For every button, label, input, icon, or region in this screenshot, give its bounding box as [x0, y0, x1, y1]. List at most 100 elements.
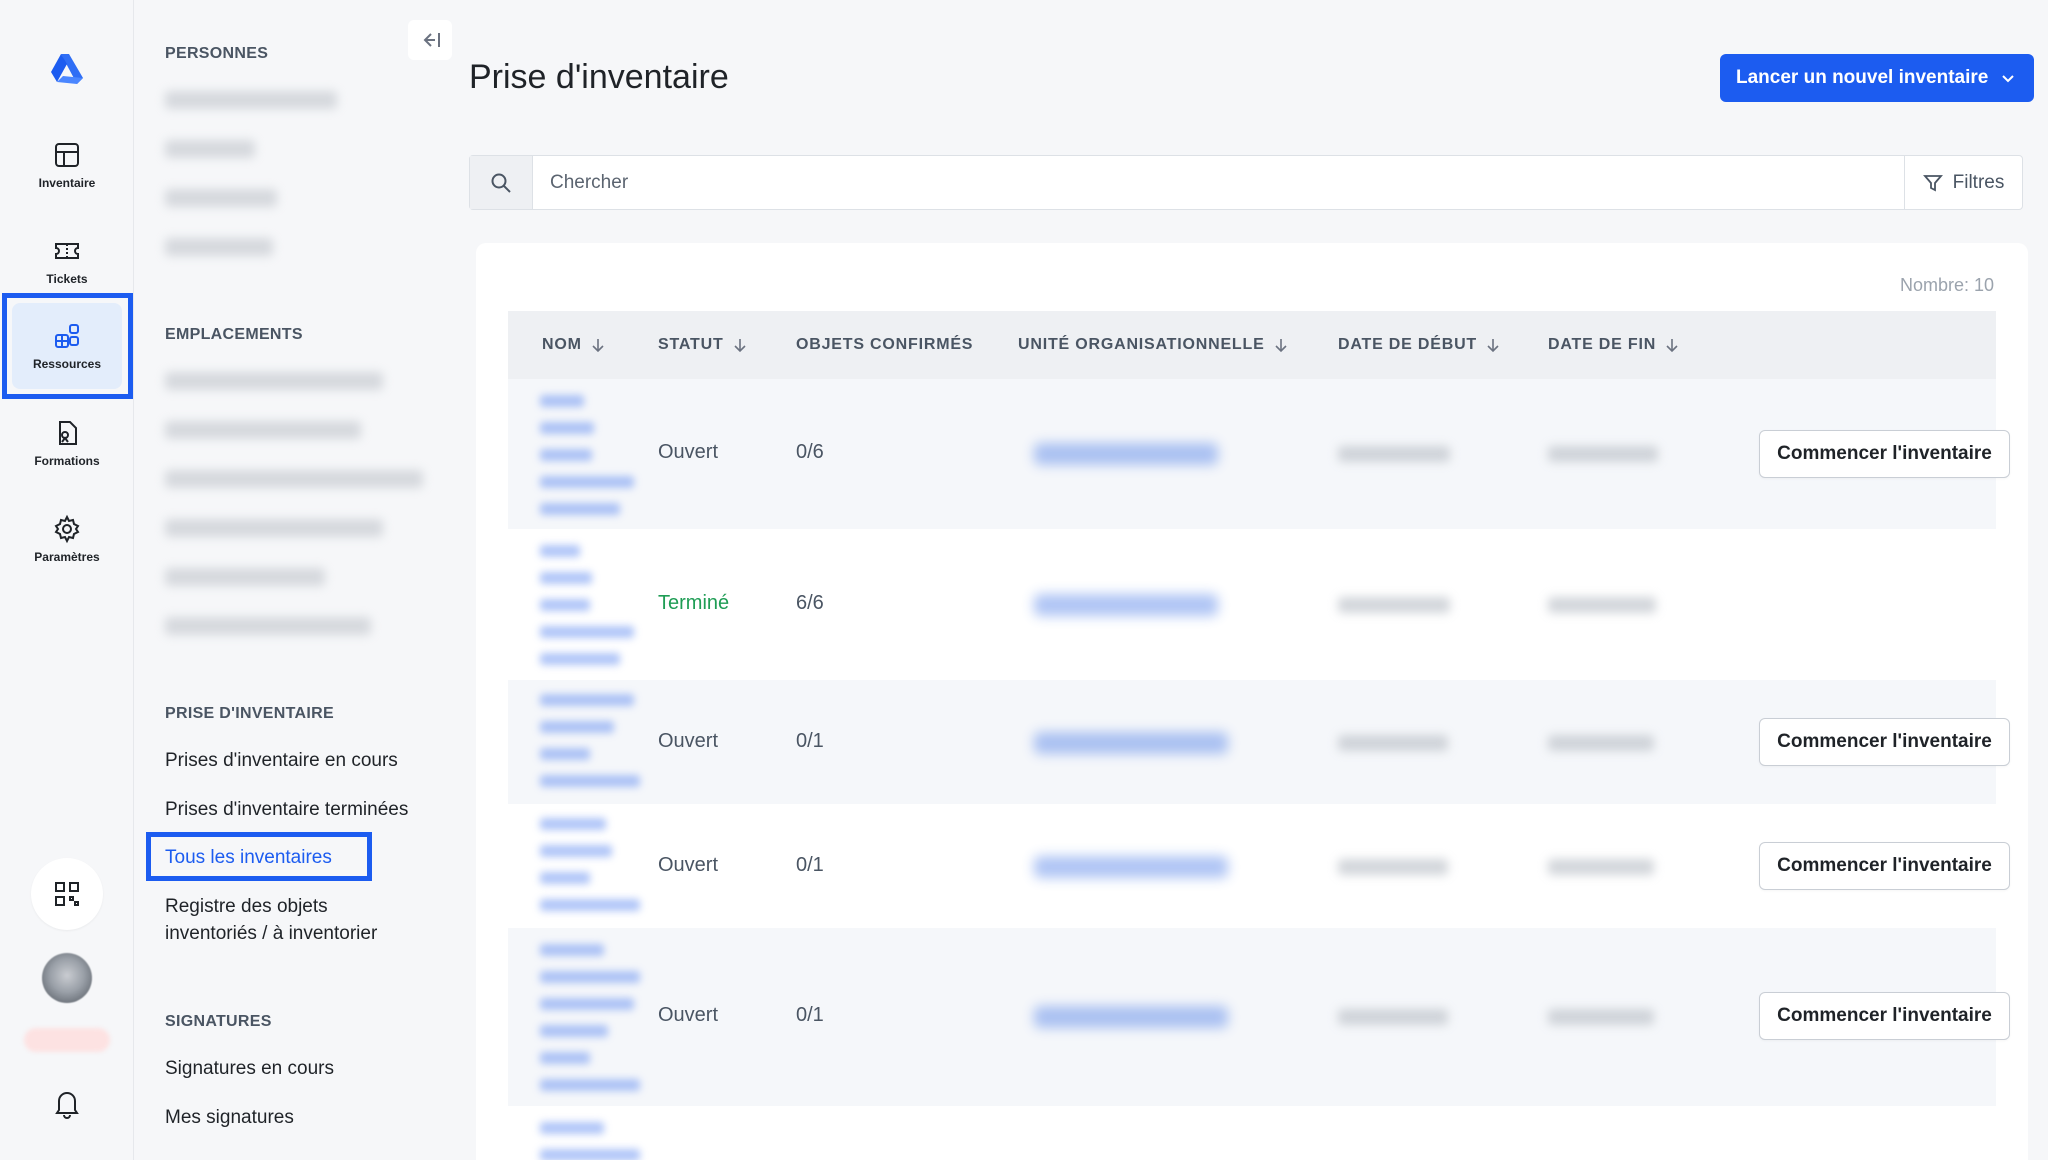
blurred-name-link[interactable] — [540, 944, 642, 1106]
blurred-nav-item[interactable] — [165, 372, 383, 390]
rail-item-label: Paramètres — [34, 550, 100, 564]
new-inventory-label: Lancer un nouvel inventaire — [1736, 67, 1989, 88]
start-inventory-button[interactable]: Commencer l'inventaire — [1759, 430, 2010, 478]
rail-item-formations[interactable]: Formations — [12, 400, 122, 486]
rail-item-label: Formations — [34, 454, 100, 468]
confirmed-cell: 0/1 — [796, 730, 824, 752]
blurred-nav-item[interactable] — [165, 617, 371, 635]
blurred-nav-item[interactable] — [165, 140, 255, 158]
confirmed-cell: 6/6 — [796, 592, 824, 614]
blurred-nav-item[interactable] — [165, 189, 277, 207]
collapse-sidebar-button[interactable] — [408, 20, 452, 60]
col-header-label: DATE DE DÉBUT — [1338, 336, 1477, 353]
blurred-unit — [1034, 732, 1228, 754]
col-header-label: OBJETS CONFIRMÉS — [796, 336, 974, 353]
blurred-start-date — [1338, 1009, 1448, 1025]
status-cell: Ouvert — [658, 854, 719, 876]
table-row[interactable]: Ouvert 0/1 Commencer l'inventaire — [508, 680, 2010, 804]
table-row[interactable]: Ouvert 0/1 Commencer l'inventaire — [508, 928, 2010, 1106]
blurred-end-date — [1548, 446, 1658, 462]
nav-link-en-cours[interactable]: Prises d'inventaire en cours — [165, 747, 398, 774]
rail-item-tickets[interactable]: Tickets — [12, 218, 122, 304]
status-cell: Ouvert — [658, 1004, 719, 1026]
blurred-end-date — [1548, 1009, 1654, 1025]
col-header-label: UNITÉ ORGANISATIONNELLE — [1018, 336, 1265, 353]
blurred-end-date — [1548, 735, 1654, 751]
blurred-nav-item[interactable] — [165, 421, 361, 439]
rail-item-parametres[interactable]: Paramètres — [12, 496, 122, 582]
app-logo-icon[interactable] — [47, 50, 87, 86]
qr-scan-button[interactable] — [31, 858, 103, 930]
blurred-name-link[interactable] — [540, 395, 642, 530]
blurred-nav-item[interactable] — [165, 238, 273, 256]
table-row[interactable]: Ouvert 0/1 Commencer l'inventaire — [508, 804, 2010, 928]
blurred-unit — [1034, 594, 1218, 616]
rail-item-label: Inventaire — [38, 176, 96, 190]
search-input[interactable] — [534, 156, 1874, 209]
blurred-name-link[interactable] — [540, 694, 642, 802]
start-inventory-button[interactable]: Commencer l'inventaire — [1759, 842, 2010, 890]
rail-item-label: Tickets — [46, 272, 88, 286]
collapse-left-icon — [423, 33, 440, 47]
section-title-emplacements: EMPLACEMENTS — [165, 326, 303, 343]
start-inventory-button[interactable]: Commencer l'inventaire — [1759, 992, 2010, 1040]
col-header-label: STATUT — [658, 336, 724, 353]
col-header-statut[interactable]: STATUT — [658, 311, 748, 379]
qr-code-icon — [55, 882, 79, 906]
bell-icon[interactable] — [50, 1086, 84, 1120]
col-header-label: NOM — [542, 336, 582, 353]
filters-button[interactable]: Filtres — [1904, 156, 2022, 209]
sort-down-icon — [733, 339, 746, 353]
col-header-objets-confirmes[interactable]: OBJETS CONFIRMÉS — [796, 311, 973, 379]
highlight-box — [2, 293, 133, 399]
table-row[interactable] — [508, 1106, 1996, 1160]
highlight-box — [146, 832, 372, 881]
blurred-end-date — [1548, 859, 1654, 875]
table-row[interactable]: Terminé 6/6 — [508, 529, 1996, 680]
sort-down-icon — [1487, 339, 1499, 353]
col-header-date-fin[interactable]: DATE DE FIN — [1548, 311, 1680, 379]
search-icon — [491, 173, 511, 193]
blurred-start-date — [1338, 446, 1450, 462]
new-inventory-button[interactable]: Lancer un nouvel inventaire — [1720, 54, 2034, 102]
rail-item-inventaire[interactable]: Inventaire — [12, 122, 122, 208]
table-header: NOM STATUT OBJETS CONFIRMÉS UNITÉ ORGANI… — [508, 311, 1996, 379]
blurred-nav-item[interactable] — [165, 568, 325, 586]
blurred-nav-item[interactable] — [165, 91, 337, 109]
blurred-unit — [1034, 443, 1218, 465]
nav-link-mes-signatures[interactable]: Mes signatures — [165, 1104, 294, 1131]
formation-doc-icon — [59, 421, 77, 445]
section-title-prise: PRISE D'INVENTAIRE — [165, 705, 334, 722]
section-title-personnes: PERSONNES — [165, 45, 269, 62]
blurred-name-link[interactable] — [540, 1122, 642, 1160]
nav-link-terminees[interactable]: Prises d'inventaire terminées — [165, 796, 408, 823]
filters-label: Filtres — [1952, 171, 2005, 193]
filter-icon — [1922, 174, 1943, 191]
col-header-label: DATE DE FIN — [1548, 336, 1657, 353]
result-count: Nombre: 10 — [1899, 275, 1994, 295]
confirmed-cell: 0/1 — [796, 1004, 824, 1026]
col-header-date-debut[interactable]: DATE DE DÉBUT — [1338, 311, 1501, 379]
status-cell: Ouvert — [658, 730, 719, 752]
blurred-name-link[interactable] — [540, 818, 642, 926]
nav-link-registre[interactable]: Registre des objets inventoriés / à inve… — [165, 893, 377, 947]
nav-link-signatures-en-cours[interactable]: Signatures en cours — [165, 1055, 334, 1082]
blurred-nav-item[interactable] — [165, 519, 383, 537]
search-icon-box[interactable] — [470, 156, 533, 209]
ticket-icon — [55, 243, 79, 259]
blurred-name-link[interactable] — [540, 545, 642, 680]
col-header-unite[interactable]: UNITÉ ORGANISATIONNELLE — [1018, 311, 1289, 379]
blurred-nav-item[interactable] — [165, 470, 423, 488]
start-inventory-button[interactable]: Commencer l'inventaire — [1759, 718, 2010, 766]
section-title-signatures: SIGNATURES — [165, 1013, 272, 1030]
confirmed-cell: 0/1 — [796, 854, 824, 876]
user-avatar[interactable] — [42, 953, 92, 1003]
blurred-unit — [1034, 1006, 1228, 1028]
col-header-nom[interactable]: NOM — [542, 311, 606, 379]
inventory-table-card: Nombre: 10 NOM STATUT OBJETS CONFIRMÉS U… — [476, 243, 2028, 1160]
sort-down-icon — [1666, 339, 1678, 353]
confirmed-cell: 0/6 — [796, 441, 824, 463]
search-bar: Filtres — [469, 155, 2023, 210]
status-cell: Ouvert — [658, 441, 719, 463]
table-row[interactable]: Ouvert 0/6 Commencer l'inventaire — [508, 379, 2010, 530]
